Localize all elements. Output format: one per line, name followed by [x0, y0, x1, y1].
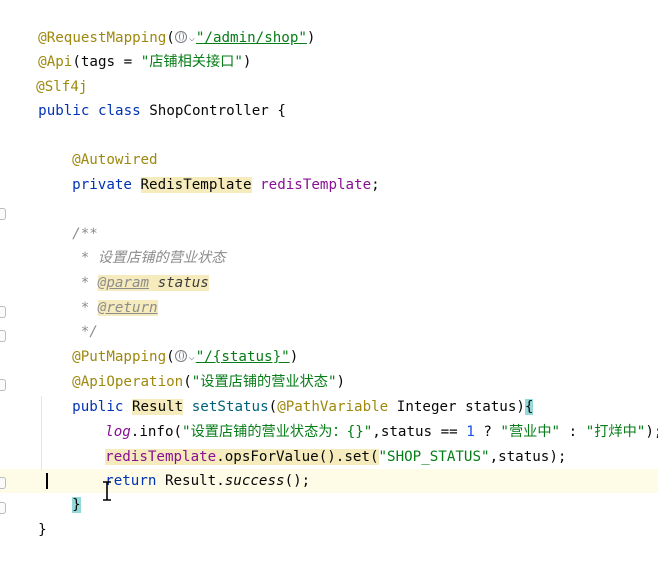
keyword: private	[72, 177, 132, 193]
class-name: ShopController {	[149, 103, 286, 119]
code-line[interactable]: * @return	[4, 272, 158, 316]
code-line[interactable]: @ApiOperation("设置店铺的营业状态")	[4, 346, 345, 390]
doc-param-name: status	[157, 275, 209, 291]
code-line[interactable]: */	[4, 296, 98, 340]
matched-brace: }	[72, 497, 81, 513]
code-line[interactable]: return Result.success();	[4, 445, 310, 489]
paren: )	[306, 30, 316, 46]
code-line[interactable]: log.info("设置店铺的营业状态为：{}",status == 1 ? "…	[4, 396, 658, 440]
code-editor[interactable]: @RequestMapping(⌵"/admin/shop") @Api(tag…	[0, 0, 658, 538]
type-name: RedisTemplate	[140, 177, 252, 193]
code-text: ,status);	[489, 449, 567, 465]
code-line[interactable]: }	[4, 469, 81, 513]
keyword: public	[38, 103, 90, 119]
string-literal: "SHOP_STATUS"	[378, 449, 490, 465]
keyword: class	[97, 103, 141, 119]
code-text: ();	[284, 473, 311, 489]
doc-tag: @return	[97, 300, 158, 316]
code-line[interactable]: /**	[4, 198, 98, 242]
code-line[interactable]: private RedisTemplate redisTemplate;	[4, 149, 380, 193]
code-line[interactable]: redisTemplate.opsForValue().set("SHOP_ST…	[4, 421, 566, 465]
code-line[interactable]: @RequestMapping(⌵"/admin/shop")	[4, 2, 315, 46]
code-text: ;	[371, 177, 380, 193]
code-text: Result.	[156, 473, 225, 489]
code-line[interactable]: * 设置店铺的营业状态	[4, 222, 226, 266]
code-line[interactable]: @PutMapping(⌵"/{status}")	[4, 321, 298, 365]
method-name: success	[224, 473, 285, 489]
code-text: );	[645, 424, 658, 440]
code-line[interactable]: public Result setStatus(@PathVariable In…	[4, 371, 534, 415]
mouse-ibeam-cursor-icon	[103, 481, 111, 501]
code-line[interactable]: @Api(tags = "店铺相关接口")	[4, 26, 251, 70]
code-line[interactable]: @Autowired	[4, 124, 157, 168]
code-line[interactable]: * @param status	[4, 247, 209, 291]
text-caret	[46, 473, 48, 489]
field-name: redisTemplate	[260, 177, 372, 193]
string-literal: "店铺相关接口"	[140, 54, 243, 70]
code-line[interactable]: public class ShopController {	[4, 75, 286, 119]
code-line[interactable]: }	[4, 494, 47, 538]
code-text: }	[38, 522, 47, 538]
string-literal: "打烊中"	[585, 424, 646, 440]
code-line[interactable]: @Slf4j	[2, 51, 87, 95]
code-text: )	[242, 54, 252, 70]
